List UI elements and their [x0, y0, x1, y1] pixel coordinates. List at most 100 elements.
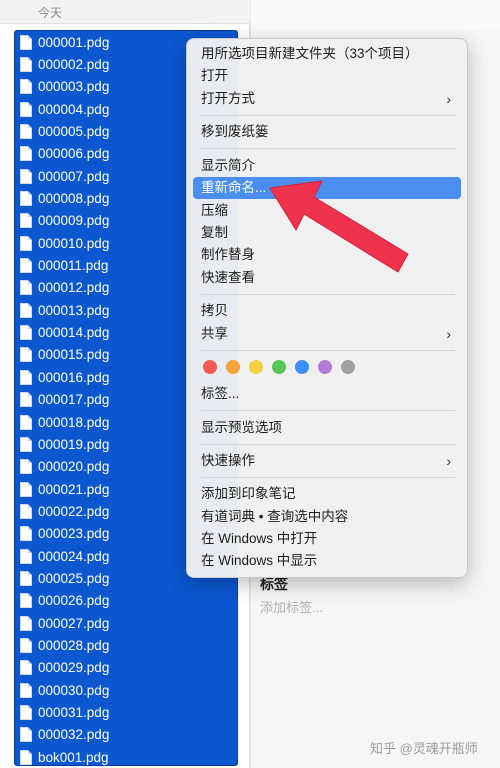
menu-item-new-folder-with-selection[interactable]: 用所选项目新建文件夹（33个项目）: [193, 43, 461, 65]
document-icon: [20, 146, 32, 162]
tag-color-dot[interactable]: [249, 360, 263, 374]
document-icon: [20, 235, 32, 251]
file-row[interactable]: 000026.pdg: [14, 590, 238, 612]
menu-item-show-in-windows[interactable]: 在 Windows 中显示: [193, 550, 461, 572]
file-row[interactable]: 000032.pdg: [14, 724, 238, 746]
file-name: 000014.pdg: [38, 325, 110, 341]
menu-item-get-info[interactable]: 显示简介: [193, 155, 461, 177]
menu-item-rename[interactable]: 重新命名...: [193, 177, 461, 199]
tag-color-dot[interactable]: [295, 360, 309, 374]
file-row[interactable]: bok001.pdg: [14, 746, 238, 768]
file-name: bok001.pdg: [38, 749, 109, 765]
file-name: 000009.pdg: [38, 213, 110, 229]
context-menu: 用所选项目新建文件夹（33个项目） 打开 打开方式 › 移到废纸篓 显示简介 重…: [186, 38, 468, 578]
document-icon: [20, 526, 32, 542]
file-name: 000015.pdg: [38, 347, 110, 363]
file-name: 000017.pdg: [38, 392, 110, 408]
file-name: 000004.pdg: [38, 101, 110, 117]
file-row[interactable]: 000029.pdg: [14, 657, 238, 679]
file-name: 000031.pdg: [38, 704, 110, 720]
menu-item-show-preview-options[interactable]: 显示预览选项: [193, 417, 461, 439]
file-name: 000008.pdg: [38, 191, 110, 207]
menu-separator: [201, 148, 455, 149]
file-row[interactable]: 000030.pdg: [14, 679, 238, 701]
document-icon: [20, 414, 32, 430]
menu-separator: [201, 294, 455, 295]
list-section-header: 今天: [0, 0, 250, 24]
file-name: 000011.pdg: [38, 258, 109, 274]
menu-item-open-with[interactable]: 打开方式 ›: [193, 88, 461, 110]
tag-color-dot[interactable]: [272, 360, 286, 374]
tag-color-dot[interactable]: [341, 360, 355, 374]
document-icon: [20, 101, 32, 117]
document-icon: [20, 570, 32, 586]
document-icon: [20, 682, 32, 698]
tag-color-row: [203, 360, 355, 376]
chevron-right-icon: ›: [446, 326, 451, 342]
file-name: 000013.pdg: [38, 302, 110, 318]
document-icon: [20, 481, 32, 497]
chevron-right-icon: ›: [446, 453, 451, 469]
file-name: 000003.pdg: [38, 79, 110, 95]
file-name: 000018.pdg: [38, 414, 110, 430]
document-icon: [20, 124, 32, 140]
menu-item-add-to-evernote[interactable]: 添加到印象笔记: [193, 483, 461, 505]
add-tags-field[interactable]: 添加标签...: [260, 597, 323, 616]
menu-item-quick-look[interactable]: 快速查看: [193, 267, 461, 289]
document-icon: [20, 548, 32, 564]
file-name: 000005.pdg: [38, 124, 110, 140]
tag-color-dot[interactable]: [203, 360, 217, 374]
file-name: 000026.pdg: [38, 593, 110, 609]
menu-item-make-alias[interactable]: 制作替身: [193, 244, 461, 266]
document-icon: [20, 34, 32, 50]
info-pane-top-strip: [251, 0, 500, 30]
menu-item-move-to-trash[interactable]: 移到废纸篓: [193, 121, 461, 143]
tag-color-dot[interactable]: [226, 360, 240, 374]
menu-item-compress[interactable]: 压缩: [193, 200, 461, 222]
menu-item-duplicate[interactable]: 复制: [193, 222, 461, 244]
document-icon: [20, 57, 32, 73]
menu-item-open[interactable]: 打开: [193, 65, 461, 87]
document-icon: [20, 704, 32, 720]
document-icon: [20, 593, 32, 609]
watermark: 知乎 @灵魂开瓶师: [370, 741, 478, 756]
menu-item-quick-actions-label: 快速操作: [201, 453, 255, 468]
document-icon: [20, 280, 32, 296]
menu-separator: [201, 115, 455, 116]
document-icon: [20, 258, 32, 274]
menu-separator: [201, 444, 455, 445]
menu-item-open-in-windows[interactable]: 在 Windows 中打开: [193, 528, 461, 550]
menu-item-youdao-lookup[interactable]: 有道词典 • 查询选中内容: [193, 506, 461, 528]
tag-color-dot[interactable]: [318, 360, 332, 374]
file-row[interactable]: 000027.pdg: [14, 612, 238, 634]
file-name: 000002.pdg: [38, 57, 110, 73]
file-name: 000027.pdg: [38, 615, 110, 631]
section-header-title: 今天: [38, 6, 63, 20]
menu-item-quick-actions[interactable]: 快速操作 ›: [193, 450, 461, 472]
menu-item-share[interactable]: 共享 ›: [193, 323, 461, 345]
file-name: 000024.pdg: [38, 548, 110, 564]
document-icon: [20, 436, 32, 452]
file-name: 000020.pdg: [38, 459, 110, 475]
file-name: 000029.pdg: [38, 660, 110, 676]
file-row[interactable]: 000028.pdg: [14, 634, 238, 656]
file-name: 000021.pdg: [38, 481, 110, 497]
chevron-right-icon: ›: [446, 91, 451, 107]
menu-item-tags[interactable]: 标签...: [193, 383, 461, 405]
document-icon: [20, 325, 32, 341]
document-icon: [20, 637, 32, 653]
menu-item-copy[interactable]: 拷贝: [193, 300, 461, 322]
file-name: 000028.pdg: [38, 637, 110, 653]
file-name: 000032.pdg: [38, 727, 110, 743]
document-icon: [20, 503, 32, 519]
file-name: 000019.pdg: [38, 436, 110, 452]
file-name: 000012.pdg: [38, 280, 110, 296]
document-icon: [20, 727, 32, 743]
document-icon: [20, 347, 32, 363]
menu-separator: [201, 477, 455, 478]
document-icon: [20, 459, 32, 475]
menu-item-open-with-label: 打开方式: [201, 91, 255, 106]
document-icon: [20, 392, 32, 408]
file-row[interactable]: 000031.pdg: [14, 701, 238, 723]
document-icon: [20, 749, 32, 765]
